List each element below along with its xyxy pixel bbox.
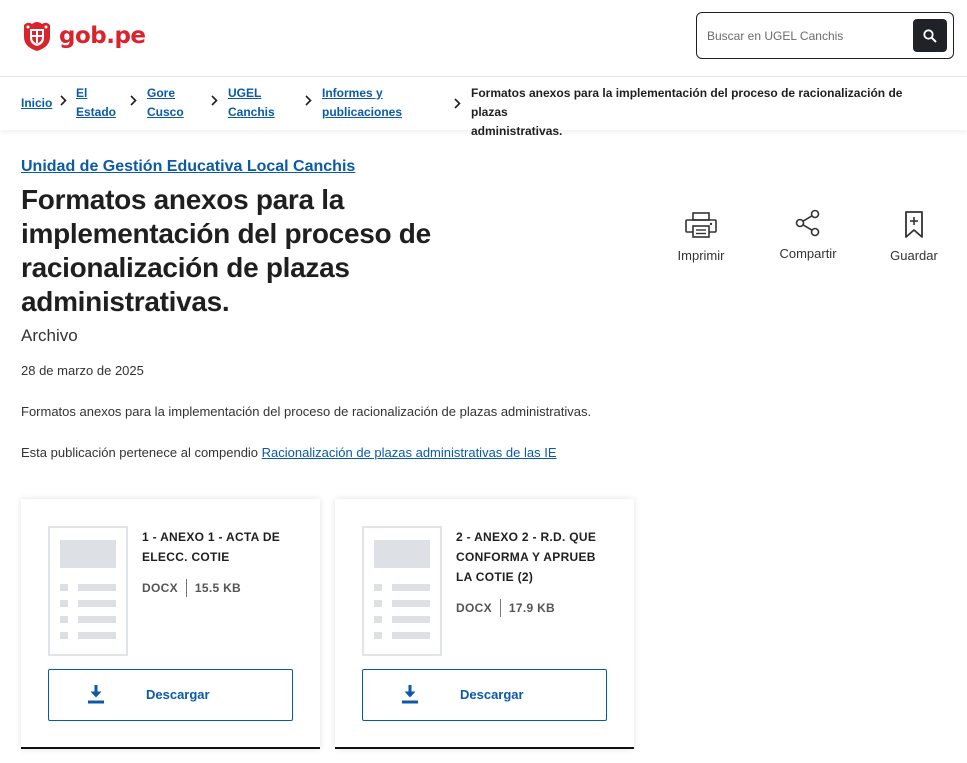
file-title-line: 2 - ANEXO 2 - R.D. QUE: [456, 530, 597, 544]
save-button[interactable]: Guardar: [885, 210, 943, 263]
file-title-line: CONFORMA Y APRUEB: [456, 550, 596, 564]
file-size: 15.5 KB: [194, 581, 241, 595]
print-button[interactable]: Imprimir: [670, 210, 732, 263]
meta-divider: [185, 579, 187, 597]
file-meta: DOCX 15.5 KB: [142, 579, 241, 597]
chevron-right-icon: [211, 95, 218, 106]
breadcrumb-line: Gore: [147, 86, 176, 100]
logo-text: gob.pe: [59, 23, 146, 49]
compendium-link[interactable]: Racionalización de plazas administrativa…: [262, 445, 557, 460]
chevron-right-icon: [305, 95, 312, 106]
download-button[interactable]: Descargar: [362, 669, 607, 721]
title-line: administrativas.: [21, 286, 230, 317]
file-format: DOCX: [142, 581, 178, 595]
file-size: 17.9 KB: [508, 601, 555, 615]
title-line: implementación del proceso de: [21, 218, 431, 249]
breadcrumb-line: Canchis: [228, 105, 275, 119]
breadcrumb-current: Formatos anexos para la implementación d…: [471, 84, 941, 141]
file-title: 2 - ANEXO 2 - R.D. QUE CONFORMA Y APRUEB…: [456, 527, 616, 587]
file-card: 1 - ANEXO 1 - ACTA DE ELECC. COTIE DOCX …: [21, 499, 320, 749]
search-button[interactable]: [913, 19, 947, 52]
share-icon: [795, 209, 820, 237]
file-title: 1 - ANEXO 1 - ACTA DE ELECC. COTIE: [142, 527, 302, 567]
breadcrumb-line: Estado: [76, 105, 117, 119]
breadcrumb-inicio[interactable]: Inicio: [21, 94, 52, 113]
compendium-note: Esta publicación pertenece al compendio …: [21, 445, 557, 460]
chevron-right-icon: [454, 98, 461, 109]
breadcrumb-line: UGEL: [228, 86, 262, 100]
search-icon: [923, 28, 937, 43]
file-meta: DOCX 17.9 KB: [456, 599, 555, 617]
breadcrumb: Inicio El Estado Gore Cusco UGEL Canchis…: [0, 78, 967, 138]
file-title-line: LA COTIE (2): [456, 570, 534, 584]
document-thumbnail-icon: [362, 526, 442, 656]
gob-pe-logo[interactable]: gob.pe: [20, 19, 146, 53]
bookmark-icon: [905, 211, 923, 238]
organization-link[interactable]: Unidad de Gestión Educativa Local Canchi…: [21, 158, 355, 176]
document-thumbnail-icon: [48, 526, 128, 656]
description: Formatos anexos para la implementación d…: [21, 404, 592, 419]
search-input[interactable]: [707, 25, 907, 47]
breadcrumb-line: publicaciones: [322, 105, 403, 119]
breadcrumb-informes[interactable]: Informes y publicaciones: [322, 84, 402, 122]
file-title-line: ELECC. COTIE: [142, 550, 230, 564]
printer-icon: [685, 212, 717, 238]
breadcrumb-line: El: [76, 86, 88, 100]
site-header: gob.pe: [0, 0, 967, 77]
publish-date: 28 de marzo de 2025: [21, 363, 144, 378]
page-title: Formatos anexos para la implementación d…: [21, 183, 491, 319]
breadcrumb-current-line: Formatos anexos para la implementación d…: [471, 86, 903, 119]
share-label: Compartir: [779, 246, 837, 261]
search-box: [696, 12, 954, 59]
chevron-right-icon: [130, 95, 137, 106]
title-line: Formatos anexos para la: [21, 184, 345, 215]
meta-divider: [499, 599, 501, 617]
download-button[interactable]: Descargar: [48, 669, 293, 721]
file-card: 2 - ANEXO 2 - R.D. QUE CONFORMA Y APRUEB…: [335, 499, 634, 749]
file-title-line: 1 - ANEXO 1 - ACTA DE: [142, 530, 281, 544]
download-label: Descargar: [460, 687, 524, 702]
print-label: Imprimir: [677, 248, 725, 263]
breadcrumb-current-line: administrativas.: [471, 124, 563, 138]
download-icon: [402, 685, 418, 704]
breadcrumb-gore-cusco[interactable]: Gore Cusco: [147, 84, 184, 122]
compendium-prefix: Esta publicación pertenece al compendio: [21, 445, 259, 460]
breadcrumb-line: Cusco: [147, 105, 184, 119]
title-line: racionalización de plazas: [21, 252, 350, 283]
breadcrumb-el-estado[interactable]: El Estado: [76, 84, 116, 122]
download-icon: [88, 685, 104, 704]
content-type: Archivo: [21, 326, 78, 345]
breadcrumb-line: Informes y: [322, 86, 383, 100]
download-label: Descargar: [146, 687, 210, 702]
peru-shield-icon: [24, 22, 50, 51]
file-format: DOCX: [456, 601, 492, 615]
share-button[interactable]: Compartir: [775, 208, 841, 261]
save-label: Guardar: [890, 248, 938, 263]
breadcrumb-ugel-canchis[interactable]: UGEL Canchis: [228, 84, 275, 122]
chevron-right-icon: [60, 95, 67, 106]
